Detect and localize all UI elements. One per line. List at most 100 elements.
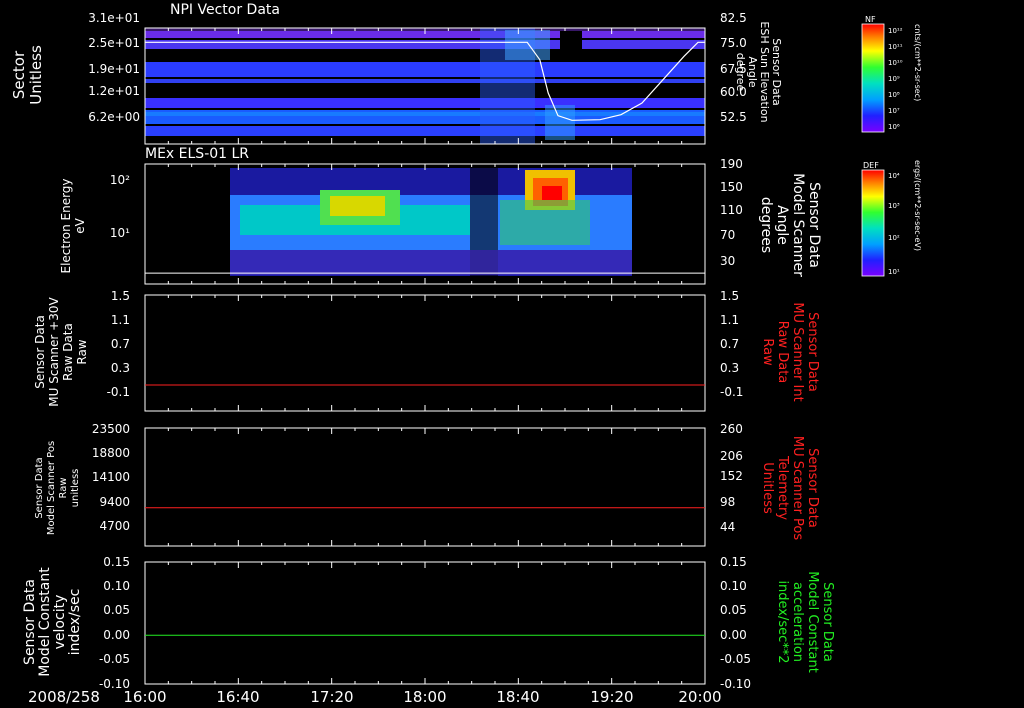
svg-text:Model Scanner Pos: Model Scanner Pos bbox=[46, 441, 57, 535]
svg-text:Sensor Data: Sensor Data bbox=[820, 582, 835, 662]
svg-text:Raw Data: Raw Data bbox=[61, 323, 75, 381]
colorbar-tick: 10¹¹ bbox=[888, 43, 903, 51]
y2-axis-label: Sensor Data Model Constant acceleration … bbox=[775, 571, 835, 673]
panel-mu-30v: 1.5 1.1 0.7 0.3 -0.1 1.5 1.1 0.7 0.3 -0.… bbox=[33, 289, 820, 412]
colorbar-tick: 10¹⁰ bbox=[888, 59, 903, 67]
y2-tick-label: 0.05 bbox=[720, 603, 747, 617]
y2-tick-label: 44 bbox=[720, 520, 735, 534]
colorbar-tick: 10⁹ bbox=[888, 75, 900, 83]
y2-axis-label: Sensor Data MU Scanner Int Raw Data Raw bbox=[760, 302, 820, 401]
y2-tick-label: 1.5 bbox=[720, 289, 739, 303]
y2-tick-label: 150 bbox=[720, 180, 743, 194]
time-axis: 2008/258 16:00 16:40 17:20 18:00 18:40 1… bbox=[28, 688, 722, 706]
y2-tick-label: 75.0 bbox=[720, 36, 747, 50]
panel-model-constant: 0.15 0.10 0.05 0.00 -0.05 -0.10 0.15 0.1… bbox=[22, 555, 835, 691]
y-tick-label: 10¹ bbox=[110, 226, 130, 240]
y2-tick-label: 52.5 bbox=[720, 110, 747, 124]
time-tick-label: 17:20 bbox=[310, 688, 353, 706]
y2-tick-label: 190 bbox=[720, 157, 743, 171]
y-tick-label: 0.7 bbox=[111, 337, 130, 351]
colorbar-els: DEF 10⁴ 10³ 10² 10¹ ergs/(cm**2-sr-sec-e… bbox=[861, 160, 922, 277]
colorbar-tick: 10¹² bbox=[888, 27, 903, 35]
svg-text:Raw: Raw bbox=[58, 477, 69, 498]
y-tick-label: 0.05 bbox=[103, 603, 130, 617]
y-tick-label: 1.5 bbox=[111, 289, 130, 303]
colorbar-label: NF bbox=[865, 15, 876, 24]
panel-title: NPI Vector Data bbox=[170, 2, 280, 18]
y2-tick-label: -0.05 bbox=[720, 652, 751, 666]
svg-text:Sensor Data: Sensor Data bbox=[806, 182, 822, 268]
time-tick-label: 16:00 bbox=[123, 688, 166, 706]
y2-tick-label: 1.1 bbox=[720, 313, 739, 327]
y-tick-label: 18800 bbox=[92, 446, 130, 460]
y2-tick-label: 260 bbox=[720, 422, 743, 436]
svg-text:unitless: unitless bbox=[70, 469, 81, 508]
y-tick-label: -0.1 bbox=[107, 385, 130, 399]
y-tick-label: 6.2e+00 bbox=[88, 110, 140, 124]
y-tick-label: 0.15 bbox=[103, 555, 130, 569]
colorbar-tick: 10³ bbox=[888, 202, 900, 210]
svg-text:Electron Energy: Electron Energy bbox=[59, 178, 73, 273]
y2-tick-label: 0.10 bbox=[720, 579, 747, 593]
colorbar-label: DEF bbox=[863, 161, 879, 170]
panel-scanner-pos: 23500 18800 14100 9400 4700 206 260 152 … bbox=[34, 422, 820, 547]
time-tick-label: 18:40 bbox=[496, 688, 539, 706]
y2-tick-label: 110 bbox=[720, 203, 743, 217]
time-tick-label: 19:20 bbox=[590, 688, 633, 706]
y-tick-label: 3.1e+01 bbox=[88, 11, 140, 25]
colorbar-tick: 10² bbox=[888, 234, 900, 242]
panel-npi-vector: NPI Vector Data 3.1e+01 2.5e+01 1.9e+01 … bbox=[10, 2, 922, 145]
colorbar-unit: cnts/(cm**2-sr-sec) bbox=[913, 24, 922, 101]
svg-text:Sensor Data: Sensor Data bbox=[805, 312, 820, 392]
svg-text:Raw Data: Raw Data bbox=[775, 321, 790, 384]
colorbar-tick: 10⁸ bbox=[888, 91, 900, 99]
y-tick-label: 4700 bbox=[99, 519, 130, 533]
y-tick-label: 23500 bbox=[92, 422, 130, 436]
y-tick-label: 10² bbox=[110, 173, 130, 187]
svg-text:Sensor Data: Sensor Data bbox=[34, 457, 45, 518]
svg-text:Sensor Data: Sensor Data bbox=[33, 315, 47, 389]
y2-tick-label: 0.15 bbox=[720, 555, 747, 569]
y-tick-label: 9400 bbox=[99, 495, 130, 509]
panel-els: MEx ELS-01 LR 10² 10¹ 190 150 110 70 30 … bbox=[59, 146, 922, 285]
y-tick-label: 0.3 bbox=[111, 361, 130, 375]
y-tick-label: 14100 bbox=[92, 470, 130, 484]
y-tick-label: 0.00 bbox=[103, 628, 130, 642]
plot-frame bbox=[144, 294, 706, 412]
colorbar-tick: 10⁴ bbox=[888, 172, 900, 180]
y-axis-label: Electron Energy eV bbox=[59, 178, 87, 273]
heatmap-image bbox=[145, 164, 705, 284]
y-axis-label: Sector Unitless bbox=[10, 45, 45, 105]
y-axis-label: Sensor Data Model Constant velocity inde… bbox=[22, 567, 83, 677]
panel-title: MEx ELS-01 LR bbox=[145, 146, 249, 162]
svg-text:Raw: Raw bbox=[760, 338, 775, 366]
y-tick-label: 1.1 bbox=[111, 313, 130, 327]
y2-tick-label: 70 bbox=[720, 228, 735, 242]
y2-tick-label: 0.7 bbox=[720, 337, 739, 351]
svg-text:degrees: degrees bbox=[758, 197, 774, 253]
y-tick-label: 2.5e+01 bbox=[88, 36, 140, 50]
y2-tick-label: -0.10 bbox=[720, 677, 751, 691]
svg-text:Angle: Angle bbox=[774, 205, 790, 245]
svg-text:velocity: velocity bbox=[52, 595, 68, 650]
svg-text:Model Scanner: Model Scanner bbox=[790, 173, 806, 277]
svg-text:MU Scanner +30V: MU Scanner +30V bbox=[47, 297, 61, 407]
y2-axis-label: Sensor Data MU Scanner Pos Telemetry Uni… bbox=[760, 436, 820, 541]
svg-text:MU Scanner Int: MU Scanner Int bbox=[790, 302, 805, 401]
svg-text:Unitless: Unitless bbox=[760, 462, 775, 514]
date-label: 2008/258 bbox=[28, 688, 100, 706]
y2-tick-label: 82.5 bbox=[720, 11, 747, 25]
y2-tick-label: 98 bbox=[720, 495, 735, 509]
y2-axis-label: Sensor Data Model Scanner Angle degrees bbox=[758, 173, 822, 277]
svg-text:Telemetry: Telemetry bbox=[775, 455, 790, 520]
data-plot: NPI Vector Data 3.1e+01 2.5e+01 1.9e+01 … bbox=[10, 2, 922, 706]
heatmap-image bbox=[145, 28, 705, 144]
time-tick-label: 18:00 bbox=[403, 688, 446, 706]
y-axis-label: Sensor Data Model Scanner Pos Raw unitle… bbox=[34, 441, 81, 535]
y2-tick-label: -0.1 bbox=[720, 385, 743, 399]
y-axis-label: Sensor Data MU Scanner +30V Raw Data Raw bbox=[33, 297, 89, 407]
colorbar-tick: 10¹ bbox=[888, 268, 900, 276]
time-tick-label: 20:00 bbox=[678, 688, 721, 706]
y-tick-label: 1.9e+01 bbox=[88, 62, 140, 76]
svg-text:Model Constant: Model Constant bbox=[805, 571, 820, 673]
